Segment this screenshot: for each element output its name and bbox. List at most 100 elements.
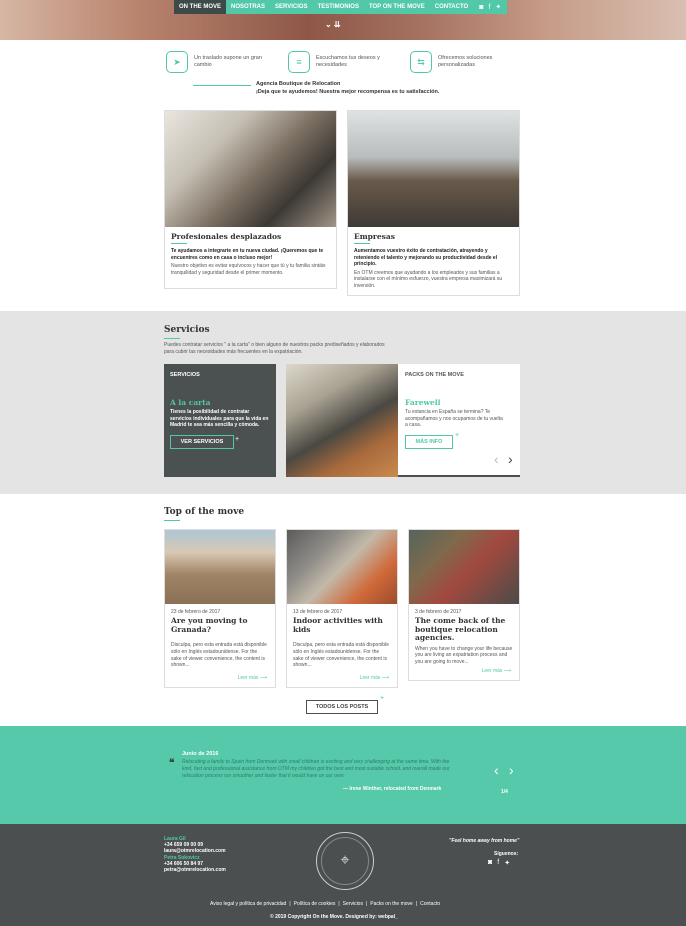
card-title: A la carta xyxy=(170,398,211,407)
feature-item: ⇆ Ofrecemos soluciones personalizadas xyxy=(410,51,518,73)
feature-item: ≡ Escuchamos tus deseos y necesidades xyxy=(288,51,396,73)
card-lead: Te ayudamos a integrarte en tu nueva ciu… xyxy=(171,248,324,261)
section-title: Top of the move xyxy=(164,507,245,517)
card-image xyxy=(165,111,336,227)
feature-item: ➤ Un traslado supone un gran cambio xyxy=(166,51,274,73)
section-title: Servicios xyxy=(164,325,210,335)
divider xyxy=(193,85,251,86)
divider xyxy=(164,520,180,521)
plus-icon: + xyxy=(380,695,385,702)
blog-post[interactable]: 3 de febrero de 2017 The come back of th… xyxy=(408,529,520,681)
tagline-title: Agencia Boutique de Relocation xyxy=(256,81,341,87)
divider xyxy=(398,475,520,477)
next-arrow-icon[interactable]: › xyxy=(508,451,513,467)
footer-contacts: Laura Gil +34 659 09 00 09 laura@otmrelo… xyxy=(164,836,226,873)
contact-email[interactable]: petra@otmrelocation.com xyxy=(164,867,226,873)
chat-icon: ≡ xyxy=(288,51,310,73)
footer-link[interactable]: Servicios xyxy=(343,901,363,907)
footer-slogan: "Feel home away from home" xyxy=(449,838,520,844)
plus-icon: + xyxy=(235,436,240,443)
testimonial-pager: 1/4 xyxy=(501,789,508,795)
instagram-icon[interactable]: ◙ xyxy=(488,859,492,867)
post-excerpt: Disculpa, pero esta entrada está disponi… xyxy=(171,642,267,669)
post-date: 3 de febrero de 2017 xyxy=(415,609,462,615)
follow-label: Síguenos: xyxy=(494,851,519,857)
signpost-icon: ⇆ xyxy=(410,51,432,73)
feature-text: Un traslado supone un gran cambio xyxy=(194,55,262,68)
divider xyxy=(164,338,180,339)
twitter-icon[interactable]: ✦ xyxy=(504,859,510,867)
footer-link[interactable]: Aviso legal y política de privacidad xyxy=(210,901,286,907)
card-profesionales[interactable]: Profesionales desplazados Te ayudamos a … xyxy=(164,110,337,289)
blog-post[interactable]: 13 de febrero de 2017 Indoor activities … xyxy=(286,529,398,688)
pin-icon: ⌖ xyxy=(321,837,369,885)
blog-post[interactable]: 23 de febrero de 2017 Are you moving to … xyxy=(164,529,276,688)
facebook-icon[interactable]: f xyxy=(497,859,499,867)
scroll-down-icon[interactable]: ⌄ ⇊ xyxy=(325,20,341,29)
post-title: Indoor activities with kids xyxy=(293,616,383,634)
testimonial-date: Junio de 2016 xyxy=(182,751,219,757)
nav-testimonios[interactable]: Testimonios xyxy=(312,0,364,14)
copyright: © 2019 Copyright On the Move. Designed b… xyxy=(270,914,398,920)
facebook-icon[interactable]: f xyxy=(488,4,490,11)
card-title: Farewell xyxy=(405,398,441,407)
nav-top-on-the-move[interactable]: Top on the move xyxy=(363,0,430,14)
testimonial-text: Relocating a family to Spain from Denmar… xyxy=(182,759,450,779)
footer-link[interactable]: Contacto xyxy=(420,901,440,907)
social-icons: ◙ f ✦ xyxy=(473,0,508,14)
logo: ⌖ xyxy=(316,832,374,890)
next-arrow-icon[interactable]: › xyxy=(509,762,514,778)
ver-servicios-button[interactable]: VER SERVICIOS xyxy=(170,434,234,449)
card-text: Tu estancia en España se termina? Te aco… xyxy=(405,409,503,428)
feature-text: Escuchamos tus deseos y necesidades xyxy=(316,55,380,68)
servicio-a-la-carta: SERVICIOS A la carta Tienes la posibilid… xyxy=(164,364,276,477)
post-date: 23 de febrero de 2017 xyxy=(171,609,221,615)
pack-farewell: PACKS ON THE MOVE Farewell Tu estancia e… xyxy=(398,364,520,477)
nav-servicios[interactable]: Servicios xyxy=(270,0,313,14)
post-date: 13 de febrero de 2017 xyxy=(293,609,343,615)
testimonial-author: — Irene Winther, relocated from Denmark xyxy=(343,786,442,792)
plus-icon: + xyxy=(455,432,460,439)
feature-text: Ofrecemos soluciones personalizadas xyxy=(438,55,493,68)
post-title: The come back of the boutique relocation… xyxy=(415,616,506,642)
post-excerpt: Disculpa, pero esta entrada está disponi… xyxy=(293,642,389,669)
card-title: Profesionales desplazados xyxy=(171,232,282,241)
footer-link[interactable]: Política de cookies xyxy=(294,901,336,907)
card-text: Tienes la posibilidad de contratar servi… xyxy=(170,409,269,428)
card-image xyxy=(348,111,519,227)
post-excerpt: When you have to change your life becaus… xyxy=(415,645,513,666)
card-label: SERVICIOS xyxy=(170,372,200,378)
post-title: Are you moving to Granada? xyxy=(171,616,248,634)
mas-info-button[interactable]: MÁS INFO xyxy=(405,434,453,449)
tagline-subtitle: ¡Deja que te ayudemos! Nuestra mejor rec… xyxy=(256,89,440,95)
prev-arrow-icon[interactable]: ‹ xyxy=(494,451,499,467)
card-text: En OTM creemos que ayudando a los emplea… xyxy=(354,269,503,289)
card-text: Nuestro objetivo es evitar equívocos y h… xyxy=(171,263,326,276)
card-empresas[interactable]: Empresas Aumentamos vuestro éxito de con… xyxy=(347,110,520,296)
footer-link[interactable]: Packs on the move xyxy=(370,901,413,907)
divider xyxy=(171,243,187,244)
main-nav: On the move Nosotras Servicios Testimoni… xyxy=(174,0,508,14)
read-more-link[interactable]: Leer más ⟶ xyxy=(360,675,389,681)
nav-contacto[interactable]: Contacto xyxy=(429,0,474,14)
post-image xyxy=(287,530,397,604)
prev-arrow-icon[interactable]: ‹ xyxy=(494,762,499,778)
section-intro: Puedes contratar servicios " a la carta"… xyxy=(164,342,385,355)
servicio-image xyxy=(286,364,398,477)
card-lead: Aumentamos vuestro éxito de contratación… xyxy=(354,248,498,267)
todos-los-posts-button[interactable]: TODOS LOS POSTS xyxy=(306,700,378,714)
nav-on-the-move[interactable]: On the move xyxy=(174,0,227,14)
post-image xyxy=(165,530,275,604)
twitter-icon[interactable]: ✦ xyxy=(495,3,501,11)
quote-icon: ❝ xyxy=(169,758,175,769)
card-label: PACKS ON THE MOVE xyxy=(405,372,464,378)
paper-plane-icon: ➤ xyxy=(166,51,188,73)
footer-links: Aviso legal y política de privacidad | Po… xyxy=(210,901,441,907)
read-more-link[interactable]: Leer más ⟶ xyxy=(238,675,267,681)
card-title: Empresas xyxy=(354,232,395,241)
contact-email[interactable]: laura@otmrelocation.com xyxy=(164,848,226,854)
instagram-icon[interactable]: ◙ xyxy=(479,4,483,11)
nav-nosotras[interactable]: Nosotras xyxy=(226,0,271,14)
divider xyxy=(354,243,370,244)
read-more-link[interactable]: Leer más ⟶ xyxy=(482,668,511,674)
